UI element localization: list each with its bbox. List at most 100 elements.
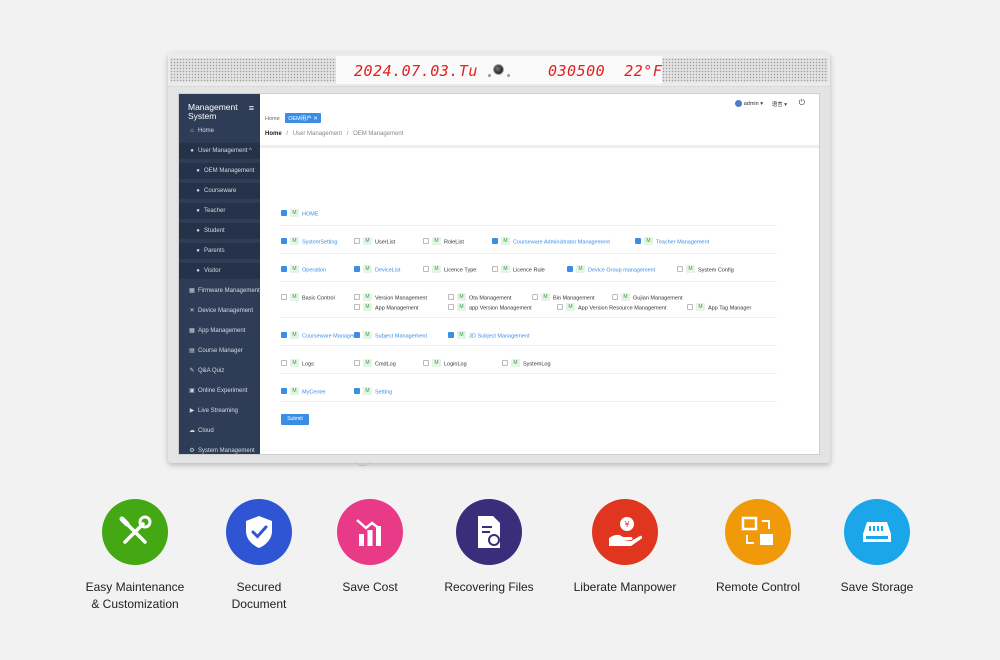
permission-checkbox[interactable] xyxy=(532,294,538,300)
sidebar-item-visitor[interactable]: ● Visitor xyxy=(179,263,260,279)
row-separator xyxy=(281,345,777,346)
menu-type-badge: M xyxy=(621,293,630,301)
user-name: admin xyxy=(743,100,759,107)
sidebar-item-user-management[interactable]: ● User Management ^ xyxy=(179,143,260,159)
permission-checkbox[interactable] xyxy=(423,360,429,366)
sidebar-item-label: Cloud xyxy=(198,428,214,434)
menu-toggle-icon[interactable]: ≡ xyxy=(249,104,254,113)
permission-checkbox[interactable] xyxy=(354,238,360,244)
permission-checkbox[interactable] xyxy=(448,332,454,338)
sidebar-item-device-management[interactable]: ✕ Device Management xyxy=(179,303,260,319)
sidebar-item-firmware-management[interactable]: ▦ Firmware Management xyxy=(179,283,260,299)
permission-checkbox[interactable] xyxy=(281,388,287,394)
permission-checkbox[interactable] xyxy=(281,332,287,338)
row-separator xyxy=(281,401,777,402)
permission-checkbox[interactable] xyxy=(492,238,498,244)
menu-type-badge: M xyxy=(363,265,372,273)
sidebar-item-home[interactable]: ⌂ Home xyxy=(179,123,260,139)
sidebar-item-system-management[interactable]: ⚙ System Management xyxy=(179,443,260,454)
permission-label: App Version Resource Management xyxy=(578,305,667,312)
row-separator xyxy=(281,253,777,254)
permission-checkbox[interactable] xyxy=(354,294,360,300)
wrench-screwdriver-icon xyxy=(102,499,168,565)
grid-icon: ▦ xyxy=(189,288,195,294)
tab-oem-user[interactable]: OEM用户 ✕ xyxy=(285,113,321,123)
sidebar-item-parents[interactable]: ● Parents xyxy=(179,243,260,259)
menu-type-badge: M xyxy=(457,293,466,301)
sidebar-item-label: Online Experiment xyxy=(198,388,248,394)
permission-checkbox[interactable] xyxy=(354,360,360,366)
permission-checkbox[interactable] xyxy=(354,304,360,310)
menu-type-badge: M xyxy=(541,293,550,301)
tab-home[interactable]: Home xyxy=(265,116,280,122)
permission-checkbox[interactable] xyxy=(354,266,360,272)
language-menu[interactable]: 语言 ▾ xyxy=(772,100,787,108)
sidebar-item-student[interactable]: ● Student xyxy=(179,223,260,239)
sidebar-item-oem-management[interactable]: ● OEM Management xyxy=(179,163,260,179)
user-icon: ● xyxy=(196,228,200,234)
sidebar-item-label: Course Manager xyxy=(198,348,243,354)
device-top-bezel: 2024.07.03.Tu 030500 22°F xyxy=(168,53,830,87)
permission-label: Ota Management xyxy=(469,295,512,302)
menu-type-badge: M xyxy=(363,303,372,311)
menu-type-badge: M xyxy=(432,359,441,367)
permission-checkbox[interactable] xyxy=(448,294,454,300)
permission-checkbox[interactable] xyxy=(354,388,360,394)
permission-checkbox[interactable] xyxy=(281,360,287,366)
sidebar-item-app-management[interactable]: ▦ App Management xyxy=(179,323,260,339)
speaker-grille-right xyxy=(662,58,828,82)
permission-item: M Version Management xyxy=(354,293,427,303)
permission-item: M SystemLog xyxy=(502,359,551,369)
led-display-panel: 2024.07.03.Tu 030500 22°F xyxy=(336,56,662,84)
permission-checkbox[interactable] xyxy=(281,294,287,300)
device-bottom-button xyxy=(355,458,371,466)
permission-label: Operation xyxy=(302,267,327,274)
permission-item: M Operation xyxy=(281,265,327,275)
sidebar-item-cloud[interactable]: ☁ Cloud xyxy=(179,423,260,439)
permission-checkbox[interactable] xyxy=(687,304,693,310)
permission-label: RoleList xyxy=(444,239,464,246)
sidebar-item-q-a-quiz[interactable]: ✎ Q&A Quiz xyxy=(179,363,260,379)
svg-text:¥: ¥ xyxy=(624,520,629,529)
power-icon[interactable]: ⏻ xyxy=(799,98,805,108)
breadcrumb-user-management[interactable]: User Management xyxy=(293,131,342,137)
sidebar-item-teacher[interactable]: ● Teacher xyxy=(179,203,260,219)
menu-type-badge: M xyxy=(290,265,299,273)
menu-type-badge: M xyxy=(686,265,695,273)
menu-type-badge: M xyxy=(644,237,653,245)
permission-checkbox[interactable] xyxy=(635,238,641,244)
led-date: 2024.07.03.Tu xyxy=(354,62,478,80)
user-icon: ● xyxy=(196,188,200,194)
menu-type-badge: M xyxy=(290,387,299,395)
sidebar-item-course-manager[interactable]: ▤ Course Manager xyxy=(179,343,260,359)
permission-checkbox[interactable] xyxy=(281,238,287,244)
sidebar-item-courseware[interactable]: ● Courseware xyxy=(179,183,260,199)
submit-button[interactable]: Submit xyxy=(281,414,309,425)
sidebar-item-label: App Management xyxy=(198,328,246,334)
permission-checkbox[interactable] xyxy=(557,304,563,310)
permission-checkbox[interactable] xyxy=(423,266,429,272)
brand-title: Management System ≡ xyxy=(188,103,258,120)
permission-label: Setting xyxy=(375,389,393,396)
sidebar-item-live-streaming[interactable]: ▶ Live Streaming xyxy=(179,403,260,419)
permission-checkbox[interactable] xyxy=(354,332,360,338)
permission-item: M Bin Management xyxy=(532,293,595,303)
breadcrumb-home[interactable]: Home xyxy=(265,131,282,137)
speaker-grille-left xyxy=(170,58,336,82)
avatar xyxy=(734,100,742,107)
permission-checkbox[interactable] xyxy=(448,304,454,310)
permission-checkbox[interactable] xyxy=(492,266,498,272)
permission-checkbox[interactable] xyxy=(423,238,429,244)
permission-checkbox[interactable] xyxy=(281,210,287,216)
permission-checkbox[interactable] xyxy=(612,294,618,300)
permission-checkbox[interactable] xyxy=(677,266,683,272)
permission-checkbox[interactable] xyxy=(502,360,508,366)
sidebar-item-online-experiment[interactable]: ▣ Online Experiment xyxy=(179,383,260,399)
permission-label: UserList xyxy=(375,239,396,246)
menu-type-badge: M xyxy=(457,331,466,339)
permission-checkbox[interactable] xyxy=(567,266,573,272)
user-menu[interactable]: admin ▾ xyxy=(734,100,763,107)
permission-label: Logs xyxy=(302,361,314,368)
permission-checkbox[interactable] xyxy=(281,266,287,272)
permission-item: M DeviceList xyxy=(354,265,400,275)
